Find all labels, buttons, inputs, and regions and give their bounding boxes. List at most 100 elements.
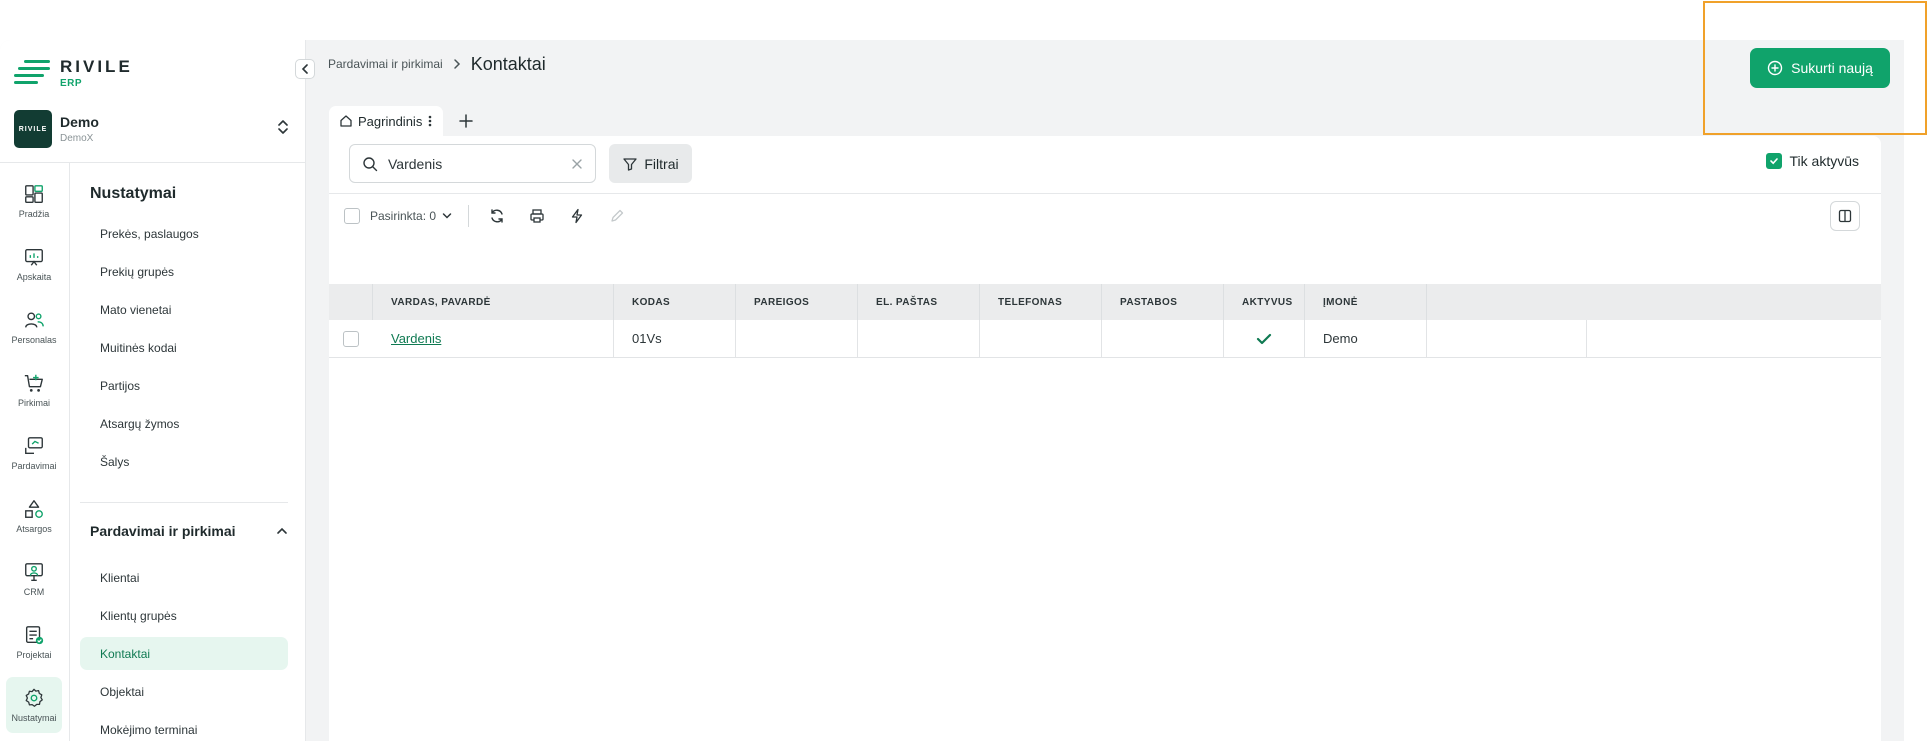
rail-item-apskaita[interactable]: Apskaita xyxy=(6,236,62,292)
cell-active xyxy=(1224,320,1305,357)
check-icon xyxy=(1769,158,1778,165)
rail-item-pirkimai[interactable]: Pirkimai xyxy=(6,362,62,418)
cell-email xyxy=(858,320,980,357)
breadcrumb: Pardavimai ir pirkimai Kontaktai xyxy=(328,50,546,78)
menu-item-objektai[interactable]: Objektai xyxy=(80,675,288,708)
search-icon xyxy=(363,156,378,171)
menu-item-prekiu-grupes[interactable]: Prekių grupės xyxy=(80,255,288,288)
menu-item-mokejimo-terminai[interactable]: Mokėjimo terminai xyxy=(80,713,288,741)
app-frame: RIVILE ERP RIVILE Demo DemoX Pradžia Aps… xyxy=(0,40,1904,741)
chevron-updown-icon[interactable] xyxy=(272,116,294,138)
accounting-icon xyxy=(25,248,43,266)
column-header-notes[interactable]: PASTABOS xyxy=(1102,284,1224,320)
column-header-position[interactable]: PAREIGOS xyxy=(736,284,858,320)
column-header-name[interactable]: VARDAS, PAVARDĖ xyxy=(373,284,614,320)
rail-label: Personalas xyxy=(11,335,57,345)
create-new-label: Sukurti naują xyxy=(1791,60,1873,76)
lightning-icon xyxy=(571,208,583,224)
settings-icon xyxy=(25,688,43,707)
row-checkbox[interactable] xyxy=(343,330,359,347)
columns-toggle-button[interactable] xyxy=(1830,201,1860,231)
dashboard-icon xyxy=(25,185,43,203)
sales-icon xyxy=(25,437,43,455)
rail-item-pardavimai[interactable]: Pardavimai xyxy=(6,425,62,481)
select-all-checkbox[interactable] xyxy=(344,208,360,224)
company-switcher[interactable]: RIVILE Demo DemoX xyxy=(14,108,294,150)
company-avatar: RIVILE xyxy=(14,110,52,148)
rail-label: Nustatymai xyxy=(11,713,57,723)
tab-label: Pagrindinis xyxy=(358,113,423,129)
tab-pagrindinis[interactable]: Pagrindinis xyxy=(329,106,444,136)
contact-name-link[interactable]: Vardenis xyxy=(373,320,614,357)
rivile-logo[interactable]: RIVILE ERP xyxy=(14,58,133,92)
menu-item-klientu-grupes[interactable]: Klientų grupės xyxy=(80,599,288,632)
settings-menu: Nustatymai Prekės, paslaugos Prekių grup… xyxy=(70,163,306,741)
menu-item-atsargu-zymos[interactable]: Atsargų žymos xyxy=(80,407,288,440)
column-header-empty xyxy=(1427,284,1587,320)
rail-label: Apskaita xyxy=(16,272,52,282)
selected-count-dropdown[interactable]: Pasirinkta: 0 xyxy=(370,209,452,223)
table-header: VARDAS, PAVARDĖ KODAS PAREIGOS EL. PAŠTA… xyxy=(329,284,1881,320)
row-checkbox-cell xyxy=(329,320,373,357)
search-field[interactable] xyxy=(349,144,596,183)
rail-item-projektai[interactable]: Projektai xyxy=(6,614,62,670)
column-header-email[interactable]: EL. PAŠTAS xyxy=(858,284,980,320)
plus-icon xyxy=(459,114,474,128)
menu-item-kontaktai[interactable]: Kontaktai xyxy=(80,637,288,670)
rail-item-pradzia[interactable]: Pradžia xyxy=(6,173,62,229)
rail-item-atsargos[interactable]: Atsargos xyxy=(6,488,62,544)
projects-icon xyxy=(25,626,44,645)
collapse-sidebar-button[interactable] xyxy=(295,59,315,79)
plus-circle-icon xyxy=(1767,60,1783,76)
chevron-up-icon xyxy=(277,527,287,534)
rail-label: Pirkimai xyxy=(17,398,50,408)
edit-button[interactable] xyxy=(605,204,629,228)
menu-item-salys[interactable]: Šalys xyxy=(80,445,288,478)
toolbar-divider xyxy=(329,193,1881,194)
column-header-company[interactable]: ĮMONĖ xyxy=(1305,284,1427,320)
cell-position xyxy=(736,320,858,357)
filter-button[interactable]: Filtrai xyxy=(609,144,692,183)
view-tabs: Pagrindinis xyxy=(329,106,485,136)
print-icon xyxy=(530,209,544,223)
column-header-active[interactable]: AKTYVUS xyxy=(1224,284,1305,320)
brand-name: RIVILE xyxy=(60,57,133,76)
toolbar-separator xyxy=(468,205,470,227)
contacts-panel: Filtrai Tik aktyvūs Pasirinkta: 0 xyxy=(329,136,1881,741)
only-active-label: Tik aktyvūs xyxy=(1789,153,1860,169)
module-rail: Pradžia Apskaita Personalas Pirkimai Par… xyxy=(0,163,70,741)
rail-label: Projektai xyxy=(16,650,52,660)
menu-item-klientai[interactable]: Klientai xyxy=(80,561,288,594)
company-name: Demo xyxy=(60,114,99,130)
actions-button[interactable] xyxy=(565,204,589,228)
menu-section-pardavimai[interactable]: Pardavimai ir pirkimai xyxy=(90,523,288,539)
print-button[interactable] xyxy=(525,204,549,228)
only-active-toggle[interactable]: Tik aktyvūs xyxy=(1765,153,1860,169)
column-header-phone[interactable]: TELEFONAS xyxy=(980,284,1102,320)
chevron-left-icon xyxy=(301,64,308,74)
rail-item-crm[interactable]: CRM xyxy=(6,551,62,607)
rail-label: Atsargos xyxy=(16,524,52,534)
column-header-code[interactable]: KODAS xyxy=(614,284,736,320)
rail-item-nustatymai[interactable]: Nustatymai xyxy=(6,677,62,733)
create-new-button[interactable]: Sukurti naują xyxy=(1750,48,1890,88)
sidebar: RIVILE ERP RIVILE Demo DemoX Pradžia Aps… xyxy=(0,40,306,741)
table-row[interactable]: Vardenis 01Vs Demo xyxy=(329,320,1881,358)
add-tab-button[interactable] xyxy=(447,106,485,136)
menu-divider xyxy=(80,502,288,503)
kebab-menu-icon[interactable] xyxy=(427,114,433,128)
menu-item-mato-vienetai[interactable]: Mato vienetai xyxy=(80,293,288,326)
clear-icon[interactable] xyxy=(571,158,583,170)
filter-icon xyxy=(623,157,638,171)
company-sub: DemoX xyxy=(60,133,94,144)
breadcrumb-parent[interactable]: Pardavimai ir pirkimai xyxy=(328,57,443,71)
menu-item-prekes[interactable]: Prekės, paslaugos xyxy=(80,217,288,250)
menu-item-muitines-kodai[interactable]: Muitinės kodai xyxy=(80,331,288,364)
rail-item-personalas[interactable]: Personalas xyxy=(6,299,62,355)
menu-item-partijos[interactable]: Partijos xyxy=(80,369,288,402)
pencil-icon xyxy=(611,209,624,222)
only-active-checkbox[interactable] xyxy=(1765,153,1782,169)
menu-section-label: Pardavimai ir pirkimai xyxy=(90,523,236,539)
search-input[interactable] xyxy=(388,155,571,172)
refresh-button[interactable] xyxy=(485,204,509,228)
